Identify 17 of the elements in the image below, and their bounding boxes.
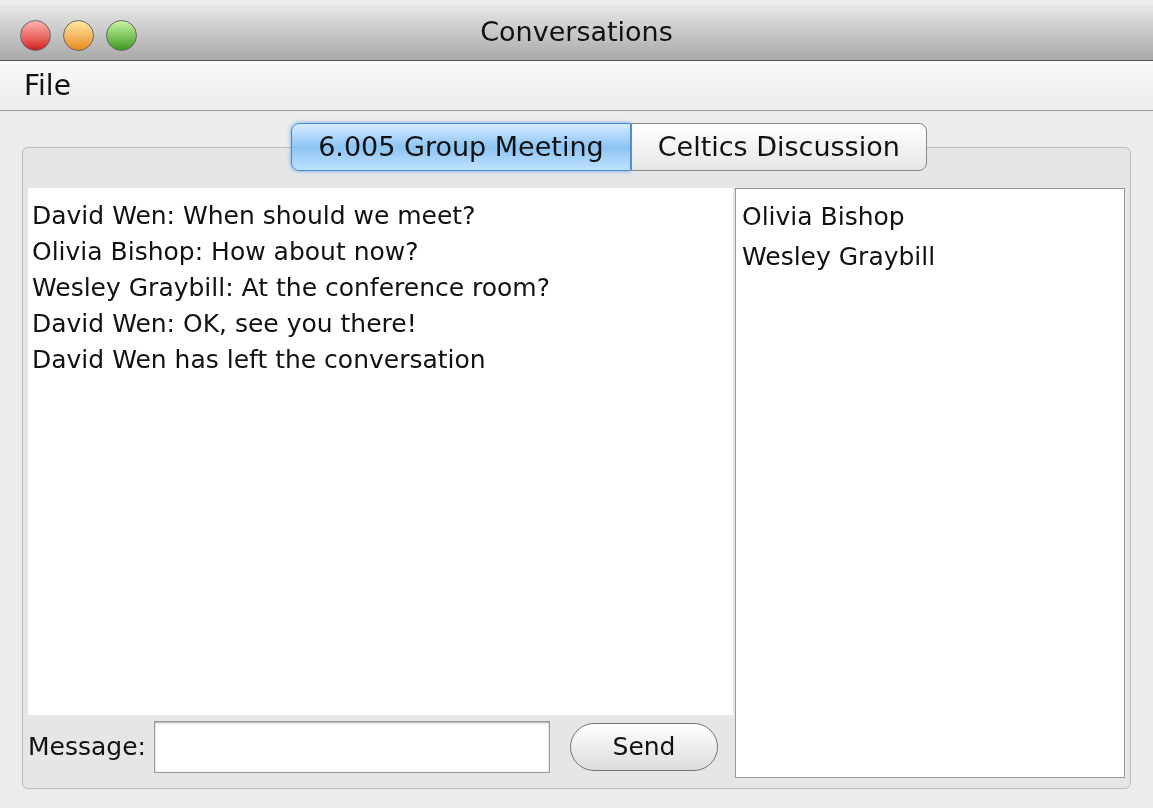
tab[interactable]: 6.005 Group Meeting (291, 123, 631, 171)
send-button[interactable]: Send (570, 722, 718, 771)
chat-message: David Wen: When should we meet? (32, 200, 477, 232)
field-label: Message: (28, 730, 146, 763)
user-item[interactable]: Olivia Bishop (742, 197, 1118, 237)
window-title: Conversations (480, 15, 673, 50)
window-control-icon[interactable] (106, 20, 137, 51)
menu-item[interactable]: File (24, 64, 71, 107)
chat-message: Wesley Graybill: At the conference room? (32, 272, 551, 304)
chat-message: David Wen has left the conversation (32, 344, 487, 376)
user-item[interactable]: Wesley Graybill (742, 237, 1118, 277)
chat-message: Olivia Bishop: How about now? (32, 236, 420, 268)
window-control-icon[interactable] (20, 20, 51, 51)
message-field[interactable] (154, 720, 550, 773)
tab[interactable]: Celtics Discussion (630, 123, 927, 171)
window-control-icon[interactable] (63, 20, 94, 51)
chat-message: David Wen: OK, see you there! (32, 308, 418, 340)
